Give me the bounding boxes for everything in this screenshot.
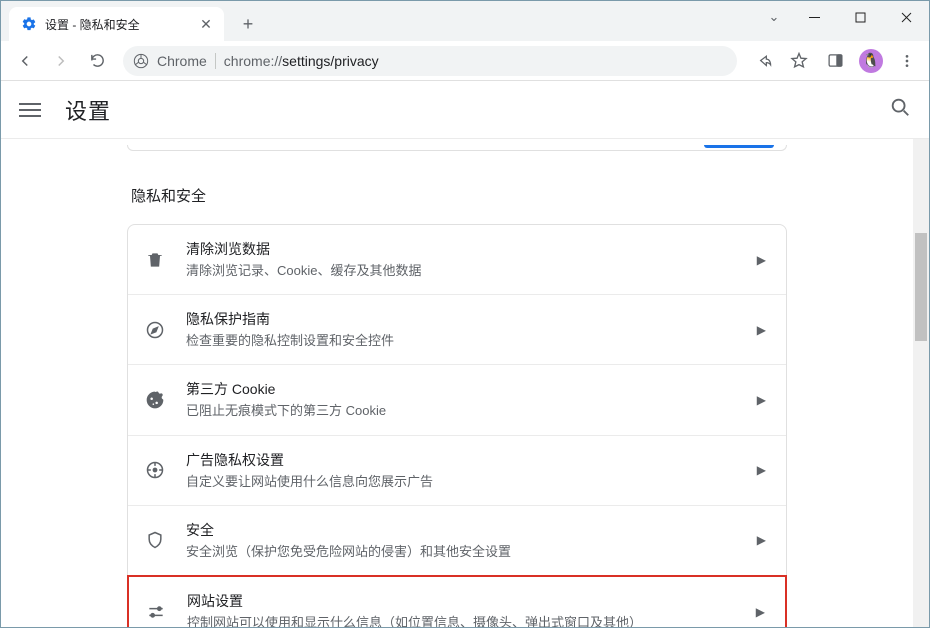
row-desc: 检查重要的隐私控制设置和安全控件 xyxy=(186,332,737,350)
row-security[interactable]: 安全安全浏览（保护您免受危险网站的侵害）和其他安全设置 ▶ xyxy=(128,505,786,575)
back-button[interactable] xyxy=(9,45,41,77)
new-tab-button[interactable]: + xyxy=(234,10,262,38)
minimize-button[interactable] xyxy=(791,1,837,33)
cookie-icon xyxy=(144,390,166,410)
row-title: 第三方 Cookie xyxy=(186,379,737,399)
row-desc: 控制网站可以使用和显示什么信息（如位置信息、摄像头、弹出式窗口及其他） xyxy=(187,614,736,627)
target-icon xyxy=(144,460,166,480)
trash-icon xyxy=(144,250,166,270)
chevron-right-icon: ▶ xyxy=(757,323,766,337)
settings-appbar: 设置 xyxy=(1,81,929,139)
row-title: 隐私保护指南 xyxy=(186,309,737,329)
profile-button[interactable]: 🐧 xyxy=(855,45,887,77)
compass-icon xyxy=(144,320,166,340)
gear-icon xyxy=(21,16,37,32)
chevron-down-icon[interactable]: ⌄ xyxy=(757,1,791,33)
titlebar: 设置 - 隐私和安全 ✕ + ⌄ xyxy=(1,1,929,41)
row-desc: 已阻止无痕模式下的第三方 Cookie xyxy=(186,402,737,420)
privacy-card: 清除浏览数据清除浏览记录、Cookie、缓存及其他数据▶隐私保护指南检查重要的隐… xyxy=(127,224,787,627)
row-title: 清除浏览数据 xyxy=(186,239,737,259)
bookmark-button[interactable] xyxy=(783,45,815,77)
address-bar[interactable]: Chrome chrome://settings/privacy xyxy=(123,46,737,76)
row-title: 广告隐私权设置 xyxy=(186,450,737,470)
chrome-icon xyxy=(133,53,149,69)
share-button[interactable] xyxy=(747,45,779,77)
page-title: 设置 xyxy=(65,94,111,126)
content-area: 隐私和安全 清除浏览数据清除浏览记录、Cookie、缓存及其他数据▶隐私保护指南… xyxy=(1,139,929,627)
shield-icon xyxy=(144,530,166,550)
chevron-right-icon: ▶ xyxy=(757,393,766,407)
row-body: 清除浏览数据清除浏览记录、Cookie、缓存及其他数据 xyxy=(186,239,737,280)
maximize-button[interactable] xyxy=(837,1,883,33)
avatar: 🐧 xyxy=(859,49,883,73)
row-site-settings[interactable]: 网站设置控制网站可以使用和显示什么信息（如位置信息、摄像头、弹出式窗口及其他） ▶ xyxy=(127,575,787,627)
browser-tab[interactable]: 设置 - 隐私和安全 ✕ xyxy=(9,7,224,41)
forward-button[interactable] xyxy=(45,45,77,77)
row-privacy-guide[interactable]: 隐私保护指南检查重要的隐私控制设置和安全控件 ▶ xyxy=(128,294,786,364)
search-button[interactable] xyxy=(889,96,911,123)
row-ad-privacy[interactable]: 广告隐私权设置自定义要让网站使用什么信息向您展示广告 ▶ xyxy=(128,435,786,505)
close-window-button[interactable] xyxy=(883,1,929,33)
row-third-party-cookies[interactable]: 第三方 Cookie 已阻止无痕模式下的第三方 Cookie ▶ xyxy=(128,364,786,434)
row-body: 网站设置控制网站可以使用和显示什么信息（如位置信息、摄像头、弹出式窗口及其他） xyxy=(187,591,736,627)
chrome-menu-button[interactable] xyxy=(891,45,923,77)
row-title: 安全 xyxy=(186,520,737,540)
scrollbar-track[interactable] xyxy=(913,139,929,627)
row-body: 隐私保护指南检查重要的隐私控制设置和安全控件 xyxy=(186,309,737,350)
browser-window: 设置 - 隐私和安全 ✕ + ⌄ xyxy=(0,0,930,628)
row-title: 网站设置 xyxy=(187,591,736,611)
tab-title: 设置 - 隐私和安全 xyxy=(45,16,190,33)
settings-content: 隐私和安全 清除浏览数据清除浏览记录、Cookie、缓存及其他数据▶隐私保护指南… xyxy=(1,139,913,627)
row-desc: 安全浏览（保护您免受危险网站的侵害）和其他安全设置 xyxy=(186,543,737,561)
chevron-right-icon: ▶ xyxy=(757,463,766,477)
row-desc: 自定义要让网站使用什么信息向您展示广告 xyxy=(186,473,737,491)
previous-card-edge xyxy=(127,145,787,151)
menu-button[interactable] xyxy=(19,103,41,117)
close-tab-button[interactable]: ✕ xyxy=(198,16,214,32)
chevron-right-icon: ▶ xyxy=(757,533,766,547)
window-controls: ⌄ xyxy=(757,1,929,33)
reload-button[interactable] xyxy=(81,45,113,77)
row-body: 广告隐私权设置自定义要让网站使用什么信息向您展示广告 xyxy=(186,450,737,491)
row-body: 第三方 Cookie 已阻止无痕模式下的第三方 Cookie xyxy=(186,379,737,420)
scrollbar-thumb[interactable] xyxy=(915,233,927,341)
row-desc: 清除浏览记录、Cookie、缓存及其他数据 xyxy=(186,262,737,280)
omnibox-url: chrome://settings/privacy xyxy=(224,53,379,69)
section-title: 隐私和安全 xyxy=(131,185,787,206)
sidepanel-button[interactable] xyxy=(819,45,851,77)
chevron-right-icon: ▶ xyxy=(757,253,766,267)
omnibox-origin: Chrome xyxy=(157,53,216,69)
browser-toolbar: Chrome chrome://settings/privacy 🐧 xyxy=(1,41,929,81)
sliders-icon xyxy=(145,602,167,622)
chevron-right-icon: ▶ xyxy=(756,605,765,619)
row-clear-browsing-data[interactable]: 清除浏览数据清除浏览记录、Cookie、缓存及其他数据 ▶ xyxy=(128,225,786,294)
row-body: 安全安全浏览（保护您免受危险网站的侵害）和其他安全设置 xyxy=(186,520,737,561)
